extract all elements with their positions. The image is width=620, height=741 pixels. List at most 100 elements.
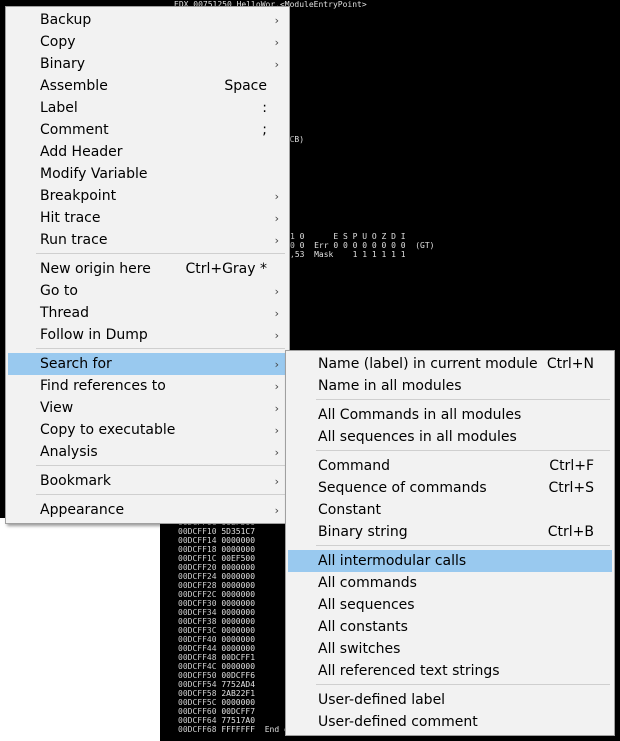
menu-item-label: Comment: [40, 122, 109, 138]
menu-item-label: All intermodular calls: [318, 553, 467, 569]
menu-item-follow-in-dump[interactable]: Follow in Dump ›: [8, 324, 287, 346]
menu-item-label: Hit trace: [40, 210, 101, 226]
menu-item-label: Name in all modules: [318, 378, 462, 394]
menu-item-label: All sequences: [318, 597, 415, 613]
stack-address: 00DCFF50: [178, 671, 217, 680]
chevron-right-icon: ›: [274, 445, 279, 459]
stack-value: 00DCFF1: [216, 653, 256, 662]
menu-item-comment[interactable]: Comment;: [8, 119, 287, 141]
chevron-right-icon: ›: [274, 57, 279, 71]
submenu-item-name-label-in-current-module[interactable]: Name (label) in current module Ctrl+N: [288, 353, 612, 375]
submenu-item-all-commands-in-all-modules[interactable]: All Commands in all modules: [288, 404, 612, 426]
menu-item-shortcut: Ctrl+F: [549, 458, 594, 474]
submenu-item-all-commands[interactable]: All commands: [288, 572, 612, 594]
submenu-item-all-sequences-in-all-modules[interactable]: All sequences in all modules: [288, 426, 612, 448]
menu-item-analysis[interactable]: Analysis ›: [8, 441, 287, 463]
submenu-item-user-defined-label[interactable]: User-defined label: [288, 689, 612, 711]
submenu-item-binary-string[interactable]: Binary string Ctrl+B: [288, 521, 612, 543]
menu-item-label: Add Header: [40, 144, 123, 160]
stack-address: 00DCFF10: [178, 527, 217, 536]
menu-separator: [316, 545, 610, 546]
stack-address: 00DCFF60: [178, 707, 217, 716]
menu-item-assemble[interactable]: Assemble Space: [8, 75, 287, 97]
menu-separator: [36, 494, 285, 495]
stack-address: 00DCFF14: [178, 536, 217, 545]
menu-item-breakpoint[interactable]: Breakpoint ›: [8, 185, 287, 207]
submenu-item-command[interactable]: Command Ctrl+F: [288, 455, 612, 477]
submenu-item-user-defined-comment[interactable]: User-defined comment: [288, 711, 612, 733]
stack-value: 77517A0: [216, 716, 256, 725]
menu-item-modify-variable[interactable]: Modify Variable: [8, 163, 287, 185]
menu-item-view[interactable]: View ›: [8, 397, 287, 419]
menu-item-copy-to-executable[interactable]: Copy to executable ›: [8, 419, 287, 441]
menu-item-label: Label: [40, 100, 78, 116]
text-line: ,53 Mask 1 1 1 1 1 1: [290, 250, 406, 259]
submenu-item-name-in-all-modules[interactable]: Name in all modules: [288, 375, 612, 397]
stack-value: 0000000: [216, 563, 256, 572]
chevron-right-icon: ›: [274, 306, 279, 320]
search-for-submenu: Name (label) in current module Ctrl+N Name…: [285, 350, 615, 736]
menu-item-binary[interactable]: Binary ›: [8, 53, 287, 75]
menu-item-shortcut: Ctrl+S: [548, 480, 594, 496]
menu-item-shortcut: Space: [224, 78, 267, 94]
stack-value: 0000000: [216, 536, 256, 545]
menu-item-label: Thread: [40, 305, 89, 321]
menu-item-label: Sequence of commands: [318, 480, 487, 496]
menu-item-search-for[interactable]: Search for ›: [8, 353, 287, 375]
stack-value: 00DCFF7: [216, 707, 256, 716]
menu-item-label: All sequences in all modules: [318, 429, 517, 445]
chevron-right-icon: ›: [274, 211, 279, 225]
menu-item-label: Name (label) in current module: [318, 356, 538, 372]
submenu-item-all-referenced-text-strings[interactable]: All referenced text strings: [288, 660, 612, 682]
submenu-item-all-switches[interactable]: All switches: [288, 638, 612, 660]
menu-item-label: Copy to executable: [40, 422, 176, 438]
stack-value: 0000000: [216, 626, 256, 635]
menu-item-shortcut: Ctrl+N: [546, 356, 594, 372]
menu-item-thread[interactable]: Thread ›: [8, 302, 287, 324]
menu-item-find-references-to[interactable]: Find references to ›: [8, 375, 287, 397]
menu-separator: [316, 684, 610, 685]
menu-item-label: Follow in Dump: [40, 327, 148, 343]
flags-lines: 1 0 E S P U O Z D I0 0 Err 0 0 0 0 0 0 0…: [290, 232, 435, 259]
stack-value: 7752AD4: [216, 680, 256, 689]
menu-item-label: Binary string: [318, 524, 408, 540]
menu-item-shortcut: ;: [262, 122, 267, 138]
menu-item-label: Analysis: [40, 444, 98, 460]
menu-item-label: Copy: [40, 34, 76, 50]
chevron-right-icon: ›: [274, 189, 279, 203]
submenu-item-all-intermodular-calls[interactable]: All intermodular calls: [288, 550, 612, 572]
text-line: 0 0 Err 0 0 0 0 0 0 0 0 (GT): [290, 241, 435, 250]
menu-item-label: Breakpoint: [40, 188, 117, 204]
menu-item-label[interactable]: Label:: [8, 97, 287, 119]
menu-item-add-header[interactable]: Add Header: [8, 141, 287, 163]
submenu-item-all-sequences[interactable]: All sequences: [288, 594, 612, 616]
menu-item-bookmark[interactable]: Bookmark ›: [8, 470, 287, 492]
menu-item-shortcut: Ctrl+Gray *: [185, 261, 267, 277]
stack-value: 2AB22F1: [216, 689, 256, 698]
stack-value: 0000000: [216, 698, 256, 707]
chevron-right-icon: ›: [274, 35, 279, 49]
menu-item-backup[interactable]: Backup ›: [8, 9, 287, 31]
submenu-item-sequence-of-commands[interactable]: Sequence of commands Ctrl+S: [288, 477, 612, 499]
menu-item-new-origin-here[interactable]: New origin here Ctrl+Gray *: [8, 258, 287, 280]
menu-item-label: View: [40, 400, 74, 416]
chevron-right-icon: ›: [274, 503, 279, 517]
menu-item-label: Assemble: [40, 78, 108, 94]
menu-item-run-trace[interactable]: Run trace ›: [8, 229, 287, 251]
menu-separator: [316, 450, 610, 451]
menu-item-label: Search for: [40, 356, 112, 372]
stack-address: 00DCFF34: [178, 608, 217, 617]
menu-item-copy[interactable]: Copy ›: [8, 31, 287, 53]
menu-item-hit-trace[interactable]: Hit trace ›: [8, 207, 287, 229]
stack-address: 00DCFF40: [178, 635, 217, 644]
stack-address: 00DCFF48: [178, 653, 217, 662]
stack-address: 00DCFF58: [178, 689, 217, 698]
stack-address: 00DCFF5C: [178, 698, 217, 707]
stack-address: 00DCFF38: [178, 617, 217, 626]
submenu-item-all-constants[interactable]: All constants: [288, 616, 612, 638]
menu-item-go-to[interactable]: Go to ›: [8, 280, 287, 302]
submenu-item-constant[interactable]: Constant: [288, 499, 612, 521]
menu-item-appearance[interactable]: Appearance ›: [8, 499, 287, 521]
stack-address: 00DCFF4C: [178, 662, 217, 671]
menu-item-label: Appearance: [40, 502, 125, 518]
